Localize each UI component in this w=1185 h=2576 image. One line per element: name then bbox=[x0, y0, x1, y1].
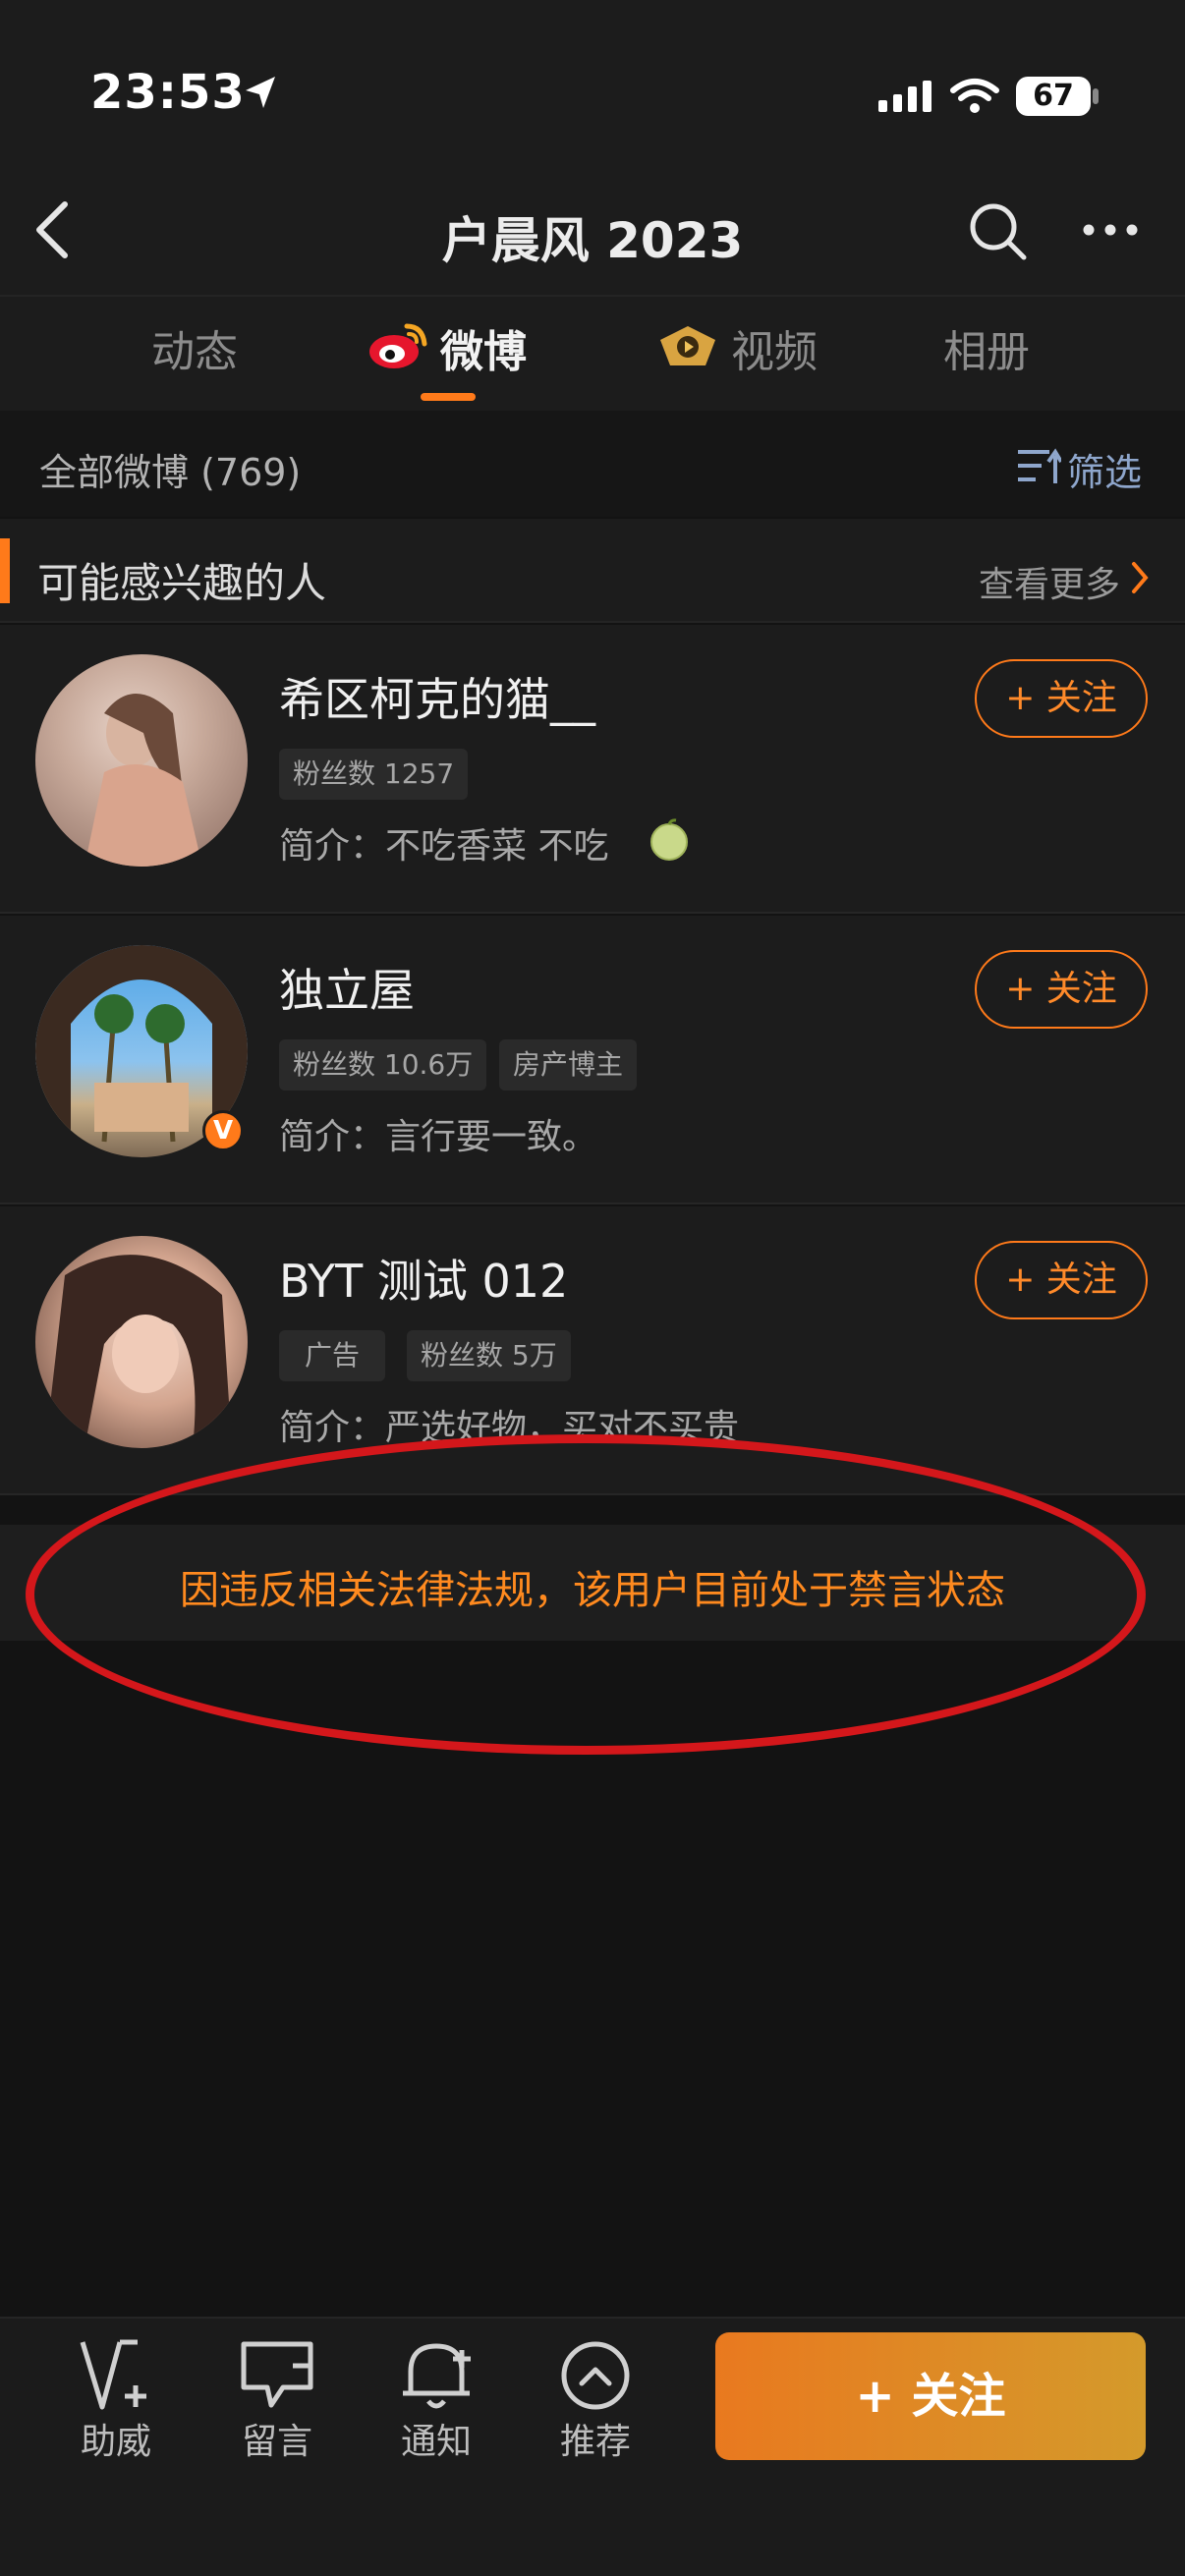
tab-video[interactable]: 视频 bbox=[731, 316, 818, 379]
ad-tag: 广告 bbox=[279, 1330, 386, 1381]
bottom-item-notify[interactable]: 通知 bbox=[377, 2413, 495, 2464]
filter-icon[interactable] bbox=[1016, 444, 1061, 487]
section-accent-bar bbox=[0, 538, 10, 603]
battery-indicator: 67 bbox=[1016, 77, 1091, 116]
bell-icon[interactable] bbox=[397, 2336, 476, 2415]
battery-tip bbox=[1093, 88, 1099, 104]
bottom-item-message[interactable]: 留言 bbox=[218, 2413, 336, 2464]
avatar-photo bbox=[85, 694, 202, 867]
recommend-title: 可能感兴趣的人 bbox=[37, 559, 327, 607]
person-name[interactable]: 独立屋 bbox=[279, 955, 415, 1020]
person-name[interactable]: 希区柯克的猫__ bbox=[279, 664, 595, 729]
category-tag: 房产博主 bbox=[499, 1039, 638, 1091]
person-intro: 简介：不吃香菜 不吃 bbox=[279, 826, 609, 867]
avatar[interactable] bbox=[35, 1236, 248, 1448]
follow-button[interactable]: + 关注 bbox=[975, 659, 1148, 738]
wifi-icon bbox=[950, 79, 999, 113]
avatar[interactable] bbox=[35, 654, 248, 867]
see-more-link[interactable]: 查看更多 bbox=[979, 556, 1120, 607]
status-time: 23:53 bbox=[90, 65, 246, 120]
cellular-signal-icon bbox=[878, 81, 931, 112]
weibo-logo-icon bbox=[369, 323, 427, 368]
fans-tag: 粉丝数 10.6万 bbox=[279, 1039, 487, 1091]
message-icon[interactable] bbox=[238, 2336, 316, 2415]
tab-active-indicator bbox=[421, 393, 476, 401]
recommend-icon[interactable] bbox=[556, 2336, 635, 2415]
tab-album[interactable]: 相册 bbox=[943, 316, 1030, 379]
filter-button[interactable]: 筛选 bbox=[1067, 442, 1142, 496]
avatar-photo bbox=[45, 1255, 232, 1448]
weibo-count: 全部微博 (769) bbox=[39, 451, 302, 494]
follow-button[interactable]: + 关注 bbox=[975, 950, 1148, 1029]
more-icon[interactable] bbox=[1081, 218, 1140, 242]
location-arrow-icon bbox=[246, 77, 275, 108]
follow-main-button[interactable]: + 关注 bbox=[715, 2332, 1146, 2460]
melon-emoji-icon bbox=[650, 818, 688, 861]
follow-button[interactable]: + 关注 bbox=[975, 1241, 1148, 1319]
cheer-v-icon[interactable] bbox=[77, 2336, 155, 2415]
person-intro: 简介：言行要一致。 bbox=[279, 1117, 598, 1157]
search-icon[interactable] bbox=[967, 200, 1030, 263]
fans-tag: 粉丝数 5万 bbox=[407, 1330, 571, 1381]
tab-dynamic[interactable]: 动态 bbox=[151, 316, 238, 379]
chevron-right-icon[interactable] bbox=[1128, 560, 1152, 595]
tab-weibo[interactable]: 微博 bbox=[440, 316, 527, 379]
video-badge-icon bbox=[660, 326, 715, 365]
highlight-ellipse bbox=[26, 1434, 1146, 1755]
fans-tag: 粉丝数 1257 bbox=[279, 749, 469, 800]
bottom-item-recommend[interactable]: 推荐 bbox=[536, 2413, 654, 2464]
verified-badge-icon: V bbox=[202, 1110, 244, 1151]
bottom-item-cheer[interactable]: 助威 bbox=[57, 2413, 175, 2464]
person-name[interactable]: BYT 测试 012 bbox=[279, 1246, 568, 1311]
